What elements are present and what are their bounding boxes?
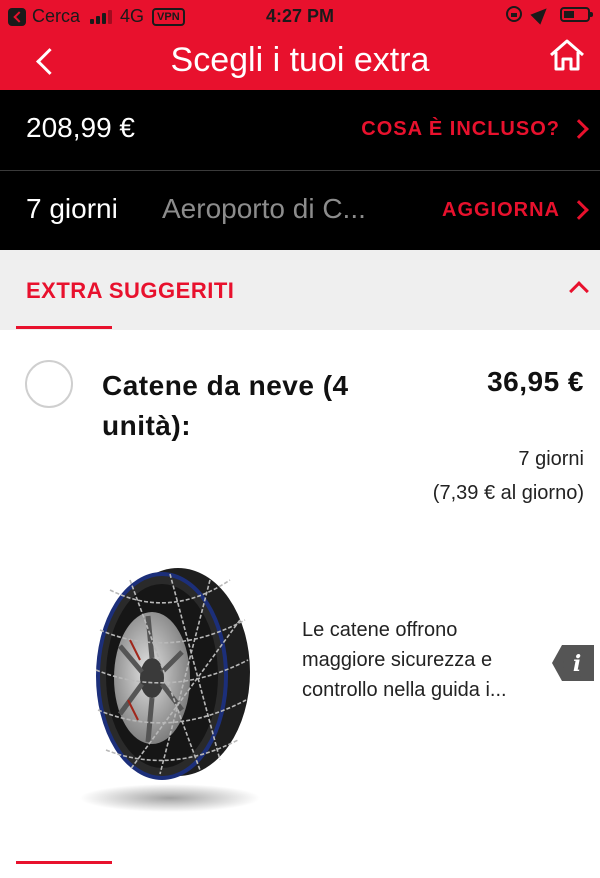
status-right: [506, 3, 593, 25]
extra-per-day-price: (7,39 € al giorno): [432, 482, 584, 504]
update-link[interactable]: AGGIORNA: [442, 199, 560, 222]
status-bar: Cerca 4G VPN 4:27 PM: [0, 0, 600, 34]
chevron-up-icon[interactable]: [569, 281, 589, 301]
chevron-right-icon[interactable]: [569, 200, 589, 220]
extra-duration: 7 giorni: [518, 448, 584, 470]
rental-duration: 7 giorni: [26, 193, 118, 224]
page-title: Scegli i tuoi extra: [170, 41, 430, 79]
extra-name: Catene da neve (4 unità):: [102, 370, 349, 441]
chevron-right-icon[interactable]: [569, 119, 589, 139]
nav-bar: Scegli i tuoi extra: [0, 34, 600, 90]
extra-price: 36,95 €: [487, 366, 584, 397]
info-icon[interactable]: i: [552, 644, 596, 682]
extra-select-radio[interactable]: [25, 360, 73, 408]
total-price-row[interactable]: 208,99 € COSA È INCLUSO?: [0, 90, 600, 170]
section-underline: [16, 326, 112, 329]
suggested-extras-header[interactable]: EXTRA SUGGERITI: [0, 250, 600, 330]
battery-icon: [560, 6, 593, 22]
orientation-lock-icon: [506, 6, 522, 22]
home-icon[interactable]: [548, 38, 586, 72]
extra-description: Le catene offrono maggiore sicurezza e c…: [302, 619, 507, 701]
svg-text:i: i: [573, 651, 581, 677]
pickup-location: Aeroporto di C...: [162, 193, 366, 224]
whats-included-link[interactable]: COSA È INCLUSO?: [361, 118, 560, 141]
snow-chain-tyre-image: [80, 568, 260, 812]
item-underline: [16, 861, 112, 864]
rental-details-row[interactable]: 7 giorni Aeroporto di C... AGGIORNA: [0, 170, 600, 250]
location-icon: [530, 3, 552, 25]
section-title: EXTRA SUGGERITI: [26, 278, 235, 303]
total-price: 208,99 €: [26, 112, 135, 143]
